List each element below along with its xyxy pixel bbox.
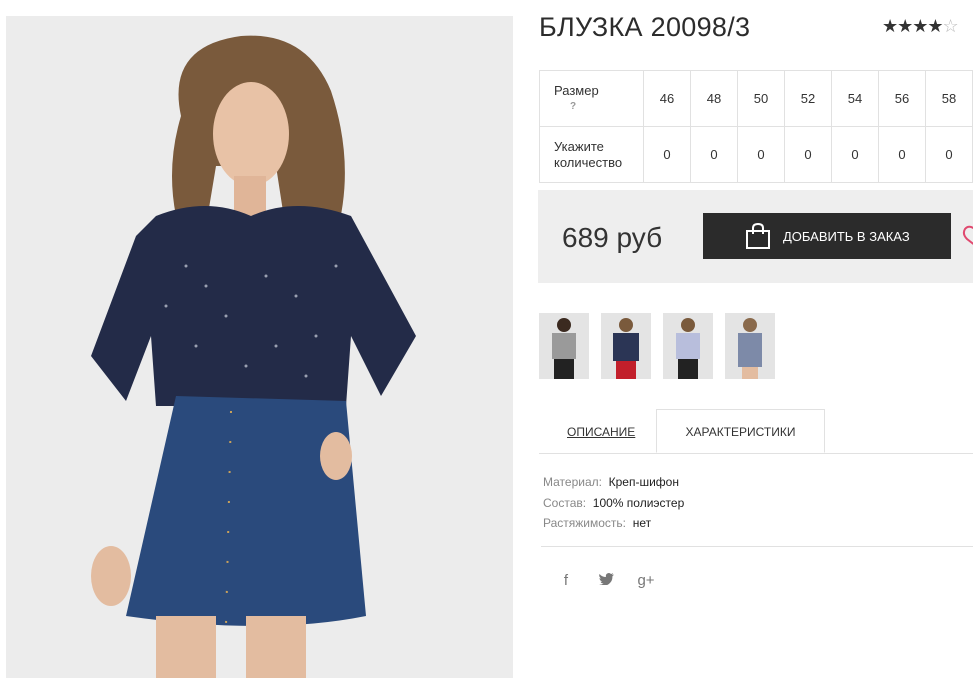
- product-price: 689 руб: [562, 222, 663, 253]
- thumbnail-lilac-blouse[interactable]: [663, 313, 713, 379]
- purchase-box: 689 руб ДОБАВИТЬ В ЗАКАЗ: [538, 190, 973, 283]
- heart-icon[interactable]: [962, 224, 973, 253]
- product-rating[interactable]: ★★★★☆: [882, 16, 959, 37]
- thumbnail-gallery: [539, 313, 775, 379]
- quantity-input[interactable]: 0: [831, 126, 879, 183]
- size-help-icon[interactable]: ?: [554, 99, 643, 115]
- tab-description[interactable]: ОПИСАНИЕ: [567, 425, 635, 439]
- add-to-order-button[interactable]: ДОБАВИТЬ В ЗАКАЗ: [703, 213, 951, 259]
- rating-stars-filled: ★★★★: [882, 16, 944, 36]
- quantity-input[interactable]: 0: [643, 126, 691, 183]
- size-cell: 58: [925, 70, 973, 127]
- spec-value: 100% полиэстер: [592, 495, 685, 510]
- size-row: Размер ? 46 48 50 52 54 56 58: [539, 70, 973, 127]
- size-cell: 54: [831, 70, 879, 127]
- rating-star-empty: ☆: [942, 16, 959, 36]
- product-tabs: ОПИСАНИЕ ХАРАКТЕРИСТИКИ: [539, 409, 973, 454]
- spec-row: Материал: Креп-шифон: [543, 472, 684, 493]
- quantity-input[interactable]: 0: [690, 126, 738, 183]
- product-title: БЛУЗКА 20098/3: [539, 12, 751, 42]
- google-plus-icon[interactable]: g+: [636, 572, 656, 589]
- twitter-icon[interactable]: [596, 572, 616, 589]
- thumbnail-navy-blouse[interactable]: [601, 313, 651, 379]
- thumbnail-blue-dress[interactable]: [725, 313, 775, 379]
- facebook-icon[interactable]: f: [556, 572, 576, 589]
- quantity-input[interactable]: 0: [878, 126, 926, 183]
- thumbnail-grey-blouse[interactable]: [539, 313, 589, 379]
- size-label-cell: Размер ?: [539, 70, 644, 127]
- spec-value: Креп-шифон: [608, 475, 679, 489]
- quantity-input[interactable]: 0: [784, 126, 832, 183]
- spec-key: Растяжимость:: [543, 516, 627, 530]
- size-label: Размер: [554, 82, 599, 98]
- spec-row: Состав: 100% полиэстер: [543, 493, 684, 514]
- size-cell: 50: [737, 70, 785, 127]
- size-cell: 52: [784, 70, 832, 127]
- size-quantity-table: Размер ? 46 48 50 52 54 56 58 Укажите ко…: [539, 70, 973, 183]
- add-to-order-label: ДОБАВИТЬ В ЗАКАЗ: [783, 228, 910, 244]
- size-cell: 48: [690, 70, 738, 127]
- characteristics-list: Материал: Креп-шифон Состав: 100% полиэс…: [543, 472, 684, 534]
- quantity-input[interactable]: 0: [925, 126, 973, 183]
- tab-characteristics[interactable]: ХАРАКТЕРИСТИКИ: [656, 409, 825, 453]
- spec-key: Материал:: [543, 475, 602, 489]
- divider: [541, 546, 973, 547]
- shopping-bag-icon: [745, 222, 771, 250]
- spec-value: нет: [632, 516, 652, 530]
- quantity-label: Укажите количество: [539, 126, 644, 183]
- size-cell: 46: [643, 70, 691, 127]
- size-cell: 56: [878, 70, 926, 127]
- spec-key: Состав:: [543, 495, 587, 510]
- spec-row: Растяжимость: нет: [543, 513, 684, 534]
- quantity-input[interactable]: 0: [737, 126, 785, 183]
- main-product-photo[interactable]: [6, 16, 513, 678]
- social-share: f g+: [556, 572, 656, 589]
- quantity-row: Укажите количество 0 0 0 0 0 0 0: [539, 126, 973, 183]
